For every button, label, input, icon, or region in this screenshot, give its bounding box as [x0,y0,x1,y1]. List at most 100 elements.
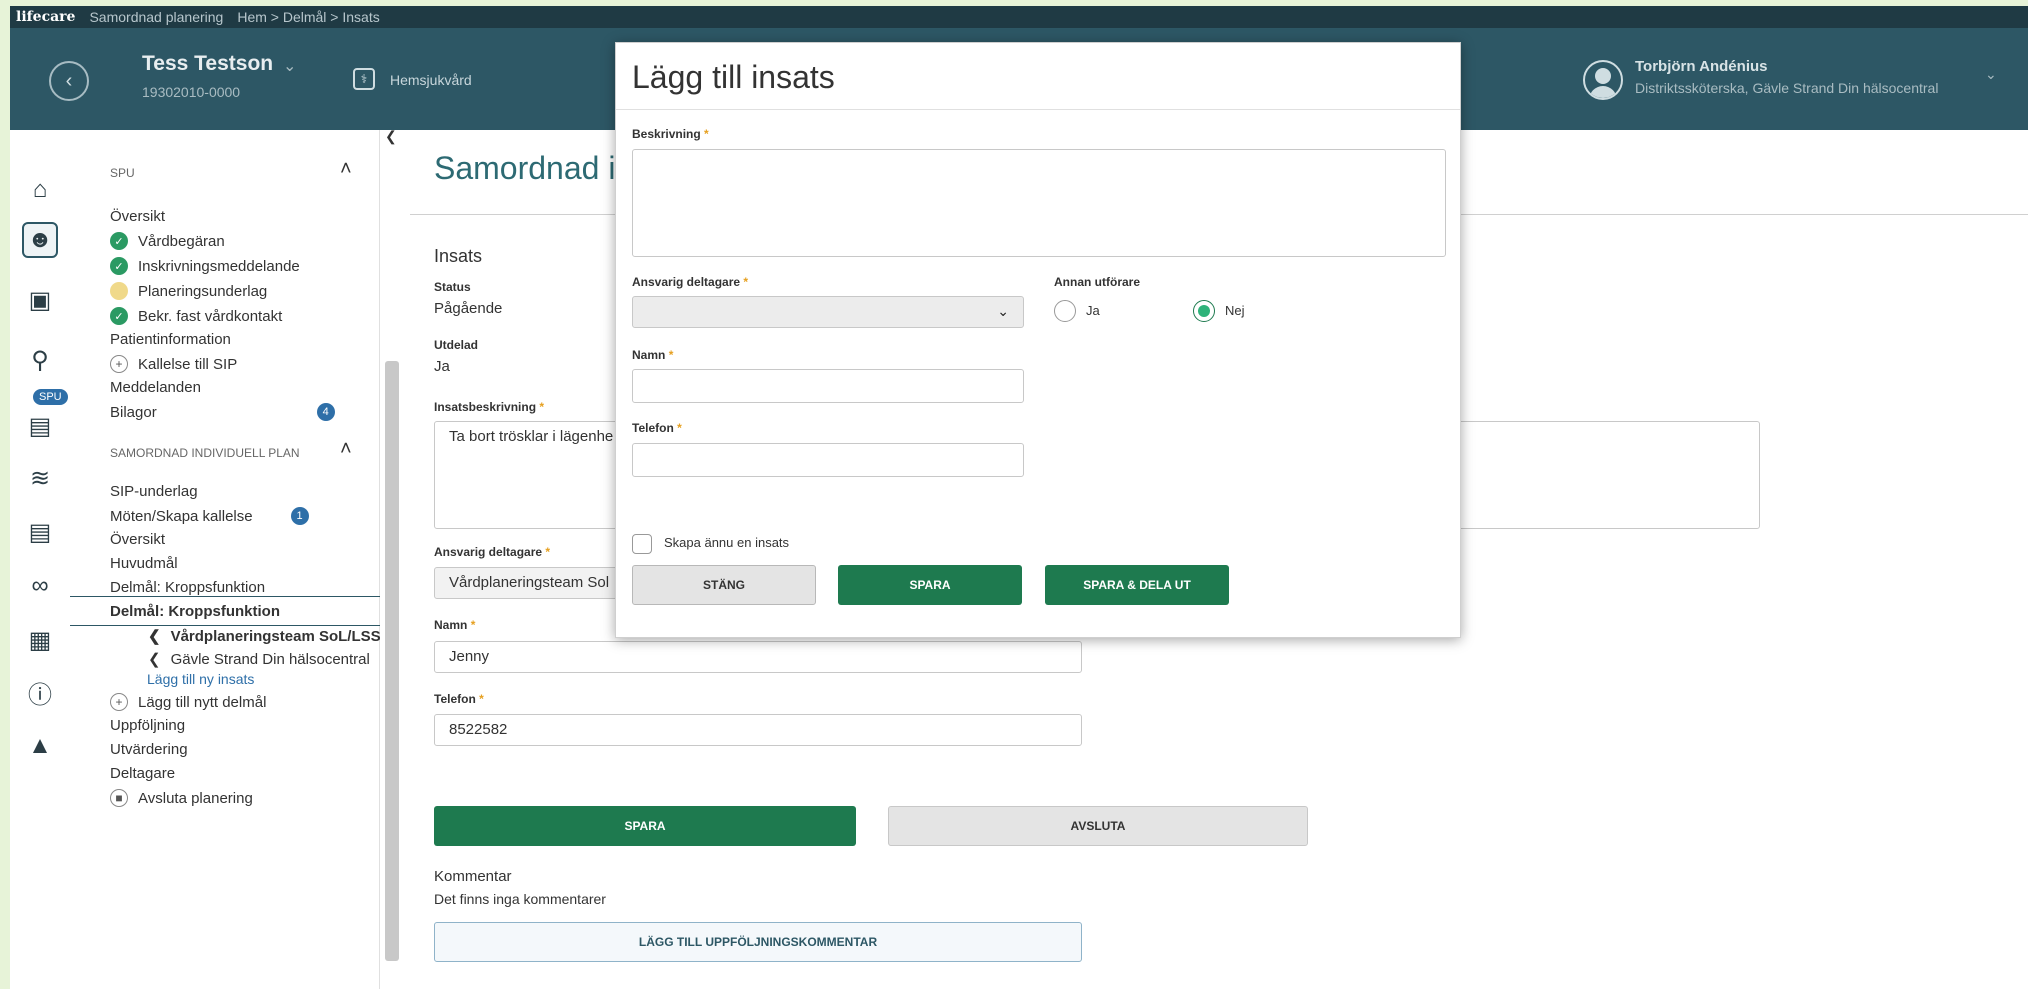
patient-name[interactable]: Tess Testson [142,52,273,76]
module-name[interactable]: Samordnad planering [89,9,223,25]
brand-logo: lifecare [16,9,76,25]
page-title: Samordnad i [434,150,616,186]
nav-item-inskrivningsmeddelande[interactable]: ✓ Inskrivningsmeddelande [110,257,300,275]
link-icon[interactable]: ∞ [22,568,58,604]
bed-icon[interactable]: ▤ [22,408,58,444]
chevron-left-icon: ❮ [148,651,161,668]
sidebar-scrollbar[interactable] [385,361,399,961]
nav-item-label: Översikt [110,531,166,548]
nav-item-label: Patientinformation [110,331,231,348]
dialog-title: Lägg till insats [632,59,835,95]
nav-section-sip: SAMORDNAD INDIVIDUELL PLAN [110,446,300,460]
desc-label-text: Insatsbeskrivning [434,400,537,414]
chevron-up-icon[interactable]: ˄ [340,438,352,461]
create-another-checkbox[interactable] [632,534,652,554]
nav-sidebar: SPU ˄ Översikt ✓ Vårdbegäran ✓ Inskrivning… [70,130,380,989]
telefon-value: 8522582 [449,721,508,738]
save-and-share-button[interactable]: SPARA & DELA UT [1045,565,1229,605]
close-button[interactable]: STÄNG [632,565,816,605]
save-button[interactable]: SPARA [838,565,1022,605]
back-button[interactable]: ‹ [49,61,89,101]
add-insats-link[interactable]: Lägg till ny insats [147,671,254,687]
inbox-icon[interactable]: ▣ [22,282,58,318]
telefon-input[interactable] [632,443,1024,477]
nav-item-oversikt-sip[interactable]: Översikt [110,531,165,548]
nav-item-bekr-fast-vardkontakt[interactable]: ✓ Bekr. fast vårdkontakt [110,307,282,325]
graduation-cap-icon[interactable]: ▲ [22,728,58,764]
add-insats-dialog: Lägg till insats Beskrivning * Ansvarig … [615,42,1461,638]
radio-nej[interactable] [1193,300,1215,322]
home-icon[interactable]: ⌂ [22,172,58,208]
namn-field[interactable]: Jenny [434,641,1082,673]
create-another-label: Skapa ännu en insats [664,535,790,550]
ansvarig-label: Ansvarig deltagare * [632,275,748,289]
stethoscope-icon: ⚕ [353,68,375,90]
nav-item-kallelse-till-sip[interactable]: + Kallelse till SIP [110,355,237,373]
icon-rail: ⌂ ☻ ▣ ⚲ SPU ▤ ≋ ▤ ∞ ▦ ⓘ ▲ [10,130,70,989]
collapse-sidebar-icon[interactable]: ❮ [385,128,397,145]
nav-item-vardbegaran[interactable]: ✓ Vårdbegäran [110,232,225,250]
required-mark: * [545,545,551,559]
beskrivning-textarea[interactable] [632,149,1446,257]
nav-item-label: Huvudmål [110,555,178,572]
stop-icon: ■ [110,789,128,807]
help-icon[interactable]: ⓘ [22,674,58,710]
nav-item-patientinformation[interactable]: Patientinformation [110,331,231,348]
telefon-label-text: Telefon [632,421,674,435]
nav-item-deltagare[interactable]: Deltagare [110,765,175,782]
nav-item-add-delmal[interactable]: + Lägg till nytt delmål [110,693,266,711]
required-mark: * [677,421,682,435]
nav-item-label: Utvärdering [110,741,188,758]
nav-item-label: Kallelse till SIP [138,355,238,373]
user-avatar[interactable] [1583,60,1623,100]
nav-item-delmal-1[interactable]: Delmål: Kroppsfunktion [110,579,265,596]
finish-button[interactable]: AVSLUTA [888,806,1308,846]
telefon-field[interactable]: 8522582 [434,714,1082,746]
nav-item-avsluta-planering[interactable]: ■ Avsluta planering [110,789,253,807]
chevron-down-icon[interactable]: ⌄ [1985,66,1997,83]
nav-item-label: Möten/Skapa kallelse [110,507,253,525]
nav-item-meddelanden[interactable]: Meddelanden [110,379,201,396]
form-icon[interactable]: ▦ [22,622,58,658]
plus-icon: + [110,355,128,373]
search-icon[interactable]: ⚲ [22,342,58,378]
nav-item-bilagor[interactable]: Bilagor 4 [110,403,335,421]
ansvarig-select[interactable]: ⌄ [632,296,1024,328]
nav-item-planeringsunderlag[interactable]: Planeringsunderlag [110,282,267,300]
nav-item-label: Vårdbegäran [138,232,225,250]
nav-item-sip-underlag[interactable]: SIP-underlag [110,483,198,500]
nav-item-delmal-current[interactable]: Delmål: Kroppsfunktion [70,596,380,626]
save-button[interactable]: SPARA [434,806,856,846]
nav-item-utvardering[interactable]: Utvärdering [110,741,188,758]
patient-id: 19302010-0000 [142,84,241,100]
radio-ja[interactable] [1054,300,1076,322]
chevron-up-icon[interactable]: ˄ [340,158,352,181]
namn-input[interactable] [632,369,1024,403]
nav-item-label: SIP-underlag [110,483,198,500]
add-comment-button[interactable]: LÄGG TILL UPPFÖLJNINGSKOMMENTAR [434,922,1082,962]
nav-item-oversikt[interactable]: Översikt [110,208,165,225]
utdelad-value: Ja [434,358,450,375]
patient-icon[interactable]: ☻ [22,222,58,258]
required-mark: * [668,348,674,362]
spu-badge[interactable]: SPU [32,388,69,406]
check-icon: ✓ [110,307,128,325]
document-icon[interactable]: ▤ [22,514,58,550]
telefon-label: Telefon * [434,692,484,706]
breadcrumb[interactable]: Hem > Delmål > Insats [237,9,379,25]
nav-item-insats-gavle[interactable]: ❮ Gävle Strand Din hälsocentral [148,650,370,669]
count-badge: 4 [316,403,335,421]
user-name[interactable]: Torbjörn Andénius [1635,58,1768,75]
chart-icon[interactable]: ≋ [22,460,58,496]
beskrivning-label-text: Beskrivning [632,127,701,141]
nav-item-label: Vårdplaneringsteam SoL/LSS O [170,627,380,645]
radio-nej-label: Nej [1225,303,1245,318]
nav-item-uppfoljning[interactable]: Uppföljning [110,717,185,734]
pending-icon [110,282,128,300]
nav-item-label: Lägg till ny insats [147,671,255,687]
nav-item-huvudmal[interactable]: Huvudmål [110,555,178,572]
nav-item-moten[interactable]: Möten/Skapa kallelse 1 [110,507,309,525]
chevron-down-icon[interactable]: ⌄ [283,56,296,76]
nav-item-label: Deltagare [110,765,176,782]
nav-item-insats-vardplaneringsteam[interactable]: ❮ Vårdplaneringsteam SoL/LSS O [148,627,380,646]
